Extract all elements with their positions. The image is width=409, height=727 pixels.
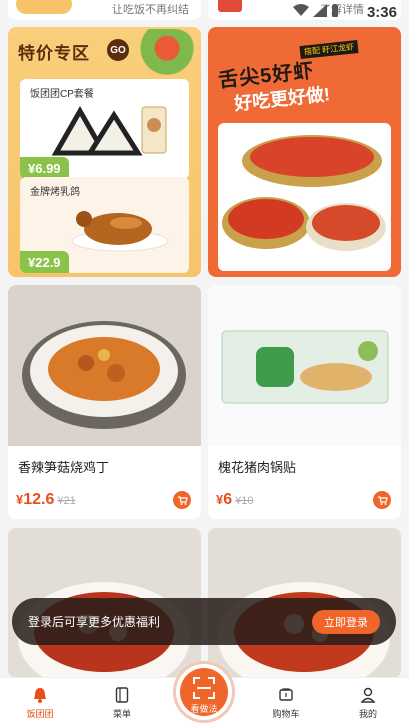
product-name: 香辣笋菇烧鸡丁: [18, 460, 110, 475]
product-price: ¥6 ¥10: [216, 491, 254, 509]
cart-icon: [177, 495, 188, 505]
status-time: 3:36: [366, 4, 397, 21]
promo-headline: 搭配 盱江龙虾 舌尖5好虾 好吃更好做!: [214, 35, 395, 114]
special-offer-title: 特价专区: [18, 44, 90, 63]
nav-item-menu[interactable]: 菜单: [90, 686, 154, 720]
menu-book-icon: [115, 687, 129, 703]
add-to-cart-button[interactable]: [173, 491, 191, 509]
product-card[interactable]: 香辣笋菇烧鸡丁 ¥12.6 ¥21: [8, 285, 201, 519]
battery-icon: [332, 4, 338, 17]
offer-item-price: ¥6.99: [20, 157, 69, 179]
original-price: ¥21: [57, 495, 76, 507]
add-to-cart-button[interactable]: [373, 491, 391, 509]
banner-graphic: [16, 0, 72, 14]
nav-item-profile[interactable]: 我的: [336, 686, 400, 720]
login-prompt-banner: 登录后可享更多优惠福利 立即登录: [12, 598, 396, 645]
offer-item-name: 饭团团CP套餐: [30, 89, 94, 100]
login-button[interactable]: 立即登录: [312, 610, 380, 634]
bell-icon: [34, 688, 46, 703]
scan-recipe-button[interactable]: 看做法: [176, 664, 232, 720]
offer-item[interactable]: 饭团团CP套餐 ¥6.99: [20, 79, 189, 179]
product-name: 槐花猪肉锅贴: [218, 460, 297, 475]
special-offer-card[interactable]: 特价专区 GO 饭团团CP套餐 ¥6.99 金牌烤乳鸽 ¥22.9: [8, 27, 201, 277]
rice-ball-image: [51, 105, 167, 156]
current-price: ¥12.6: [16, 491, 55, 508]
scan-icon: [193, 677, 215, 699]
login-prompt-text: 登录后可享更多优惠福利: [28, 615, 161, 629]
current-price: ¥6: [216, 491, 233, 508]
crayfish-promo-card[interactable]: 搭配 盱江龙虾 舌尖5好虾 好吃更好做!: [208, 27, 401, 277]
nav-label: 菜单: [112, 709, 131, 719]
offer-item-price: ¥22.9: [20, 251, 69, 273]
top-banner-left-text: 让吃饭不再纠结: [112, 4, 189, 16]
scan-label: 看做法: [190, 704, 218, 714]
user-icon: [360, 687, 376, 703]
nav-label: 我的: [358, 709, 377, 719]
cart-icon: [377, 495, 388, 505]
cart-icon: [279, 688, 293, 701]
nav-label: 购物车: [272, 709, 300, 719]
crayfish-image: [218, 123, 391, 271]
signal-icon: [313, 4, 327, 17]
status-icons: [293, 4, 339, 17]
product-image: [208, 285, 401, 446]
banner-graphic: [218, 0, 242, 12]
nav-label: 饭团团: [26, 709, 54, 719]
product-price: ¥12.6 ¥21: [16, 491, 76, 509]
roast-pigeon-image: [71, 211, 169, 252]
nav-item-home[interactable]: 饭团团: [8, 686, 72, 720]
product-image: [8, 285, 201, 446]
top-strip: 让吃饭不再纠结 了解详情 3:36: [0, 0, 409, 24]
product-card[interactable]: 槐花猪肉锅贴 ¥6 ¥10: [208, 285, 401, 519]
vegetables-image: [125, 29, 195, 77]
top-banner-left[interactable]: 让吃饭不再纠结: [8, 0, 201, 20]
original-price: ¥10: [235, 495, 254, 507]
nav-item-cart[interactable]: 购物车: [254, 686, 318, 720]
wifi-icon: [293, 4, 309, 16]
offer-item[interactable]: 金牌烤乳鸽 ¥22.9: [20, 177, 189, 273]
